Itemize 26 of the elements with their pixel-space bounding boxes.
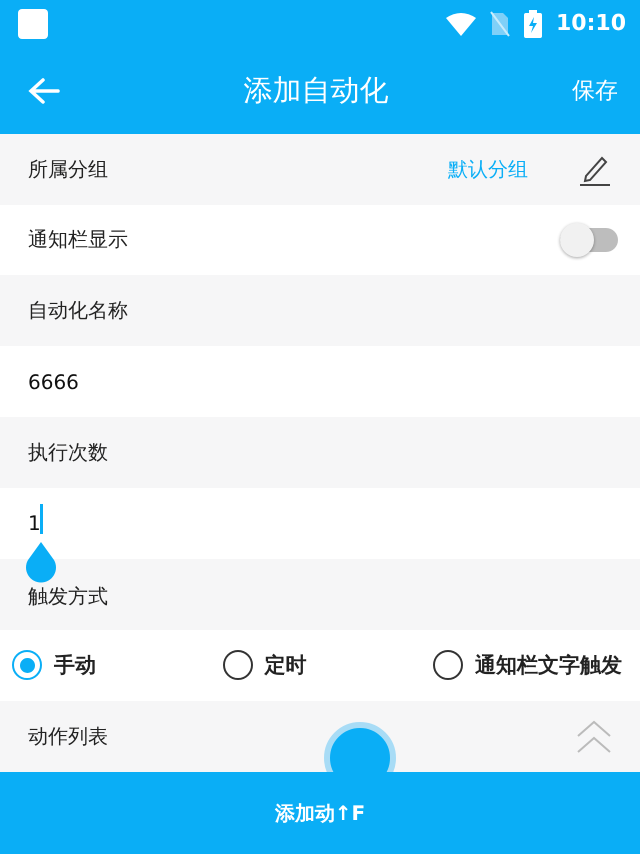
- radio-icon[interactable]: [12, 650, 42, 680]
- count-input[interactable]: 1: [28, 511, 40, 536]
- collapse-icon[interactable]: [576, 720, 612, 754]
- notification-toggle[interactable]: [560, 222, 618, 257]
- section-label: 动作列表: [28, 723, 108, 750]
- no-sim-icon: [490, 10, 510, 37]
- trigger-radio[interactable]: 定时: [222, 650, 306, 680]
- radio-label: 通知栏文字触发: [475, 652, 622, 680]
- status-time: 10:10: [556, 11, 626, 36]
- radio-label: 定时: [264, 652, 306, 680]
- field-label: 所属分组: [28, 156, 108, 183]
- field-label: 自动化名称: [28, 297, 128, 324]
- field-label: 执行次数: [28, 438, 108, 466]
- app-notification-icon: [18, 8, 48, 39]
- radio-label: 手动: [54, 652, 96, 680]
- radio-icon[interactable]: [222, 650, 252, 680]
- field-label: 触发方式: [28, 582, 108, 610]
- battery-charging-icon: [524, 10, 542, 38]
- trigger-radio[interactable]: 通知栏文字触发: [433, 650, 622, 680]
- name-input[interactable]: 6666: [28, 370, 612, 394]
- wifi-icon: [446, 12, 476, 36]
- field-label: 通知栏显示: [28, 226, 128, 254]
- radio-icon[interactable]: [433, 650, 463, 680]
- page-title: 添加自动化: [242, 72, 390, 109]
- back-icon[interactable]: [28, 76, 60, 105]
- trigger-radio[interactable]: 手动: [12, 650, 96, 680]
